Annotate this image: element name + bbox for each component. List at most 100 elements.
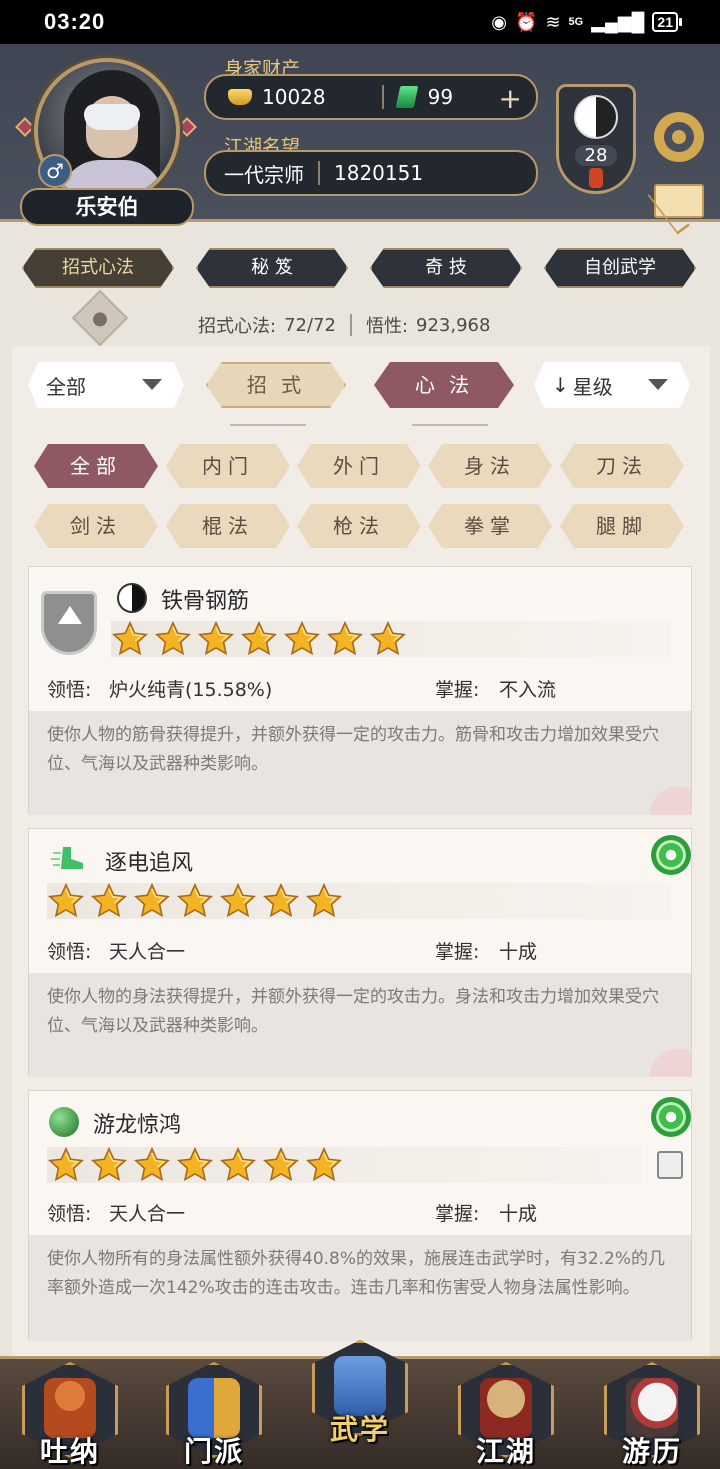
star-icon bbox=[176, 882, 214, 920]
star-icon bbox=[369, 620, 407, 658]
yinyang-icon bbox=[117, 583, 147, 613]
signal-icon: ▂▄▆█ bbox=[591, 11, 645, 32]
upgrade-shield-icon bbox=[41, 591, 97, 655]
yinyang-icon bbox=[574, 95, 618, 139]
straw-hat-icon bbox=[480, 1378, 532, 1438]
star-icon bbox=[176, 1146, 214, 1184]
category-outer[interactable]: 外门 bbox=[297, 444, 421, 488]
segment-heart-method[interactable]: 心 法 bbox=[374, 362, 514, 408]
sort-arrow-icon: ↓ bbox=[552, 373, 569, 397]
horse-icon bbox=[626, 1378, 678, 1438]
star-icon bbox=[47, 1146, 85, 1184]
mail-icon[interactable] bbox=[654, 184, 704, 218]
male-gender-icon: ♂ bbox=[38, 154, 72, 188]
star-icon bbox=[133, 882, 171, 920]
cloud-pattern-icon bbox=[627, 767, 691, 815]
category-blade[interactable]: 刀法 bbox=[560, 444, 684, 488]
monk-icon bbox=[44, 1378, 96, 1438]
profile-header: ♂ 乐安伯 身家财产 10028 99 + 江湖名望 一代宗师 1820151 … bbox=[0, 44, 720, 226]
status-bar: 03:20 ◉ ⏰ ≋ 5G ▂▄▆█ 21 bbox=[0, 0, 720, 44]
manual-book-icon bbox=[334, 1356, 386, 1416]
status-icons: ◉ ⏰ ≋ 5G ▂▄▆█ 21 bbox=[491, 11, 682, 33]
nav-label: 江湖 bbox=[475, 1435, 536, 1468]
star-icon bbox=[283, 620, 321, 658]
comprehension-value: 天人合一 bbox=[109, 1203, 186, 1225]
tab-moves-heart[interactable]: 招式心法 bbox=[22, 248, 174, 288]
comprehension-value: 天人合一 bbox=[109, 941, 186, 963]
star-icon bbox=[47, 882, 85, 920]
nav-jianghu[interactable]: 江湖 bbox=[458, 1362, 554, 1468]
cloud-pattern-icon bbox=[627, 1029, 691, 1077]
add-currency-button[interactable]: + bbox=[499, 82, 522, 115]
skill-name: 逐电追风 bbox=[105, 851, 194, 876]
category-kick[interactable]: 腿脚 bbox=[560, 504, 684, 548]
chevron-down-icon bbox=[648, 379, 668, 390]
nav-label: 游历 bbox=[621, 1435, 682, 1468]
battery-icon: 21 bbox=[652, 12, 682, 32]
star-icon bbox=[305, 882, 343, 920]
category-inner[interactable]: 内门 bbox=[166, 444, 290, 488]
skill-card[interactable]: 铁骨钢筋 领悟: 炉火纯青(15.58%) 掌握: 不入流 使你人物的筋骨获得提… bbox=[28, 566, 692, 815]
mastery-label: 掌握: bbox=[435, 1203, 480, 1225]
green-swirl-icon bbox=[651, 835, 691, 875]
nav-martial-arts[interactable]: 武学 bbox=[312, 1340, 408, 1446]
segment-moves[interactable]: 招 式 bbox=[206, 362, 346, 408]
star-icon bbox=[197, 620, 235, 658]
nav-sect[interactable]: 门派 bbox=[166, 1362, 262, 1468]
category-staff[interactable]: 棍法 bbox=[166, 504, 290, 548]
comprehension-label: 领悟: bbox=[47, 941, 92, 963]
star-rating bbox=[47, 882, 671, 920]
star-icon bbox=[262, 882, 300, 920]
tab-special-skill[interactable]: 奇 技 bbox=[370, 248, 522, 288]
skill-description: 使你人物所有的身法属性额外获得40.8%的效果，施展连击武学时，有32.2%的几… bbox=[47, 1249, 666, 1298]
skill-description-box: 使你人物所有的身法属性额外获得40.8%的效果，施展连击武学时，有32.2%的几… bbox=[29, 1235, 691, 1341]
category-agility[interactable]: 身法 bbox=[428, 444, 552, 488]
green-orb-icon bbox=[49, 1107, 79, 1137]
eye-toggle-icon[interactable] bbox=[71, 289, 129, 347]
star-icon bbox=[262, 1146, 300, 1184]
mastery-value: 不入流 bbox=[499, 679, 557, 701]
scroll-icon[interactable] bbox=[657, 1151, 683, 1179]
fame-bar: 一代宗师 1820151 bbox=[204, 150, 538, 196]
tab-secret-manual[interactable]: 秘 笈 bbox=[196, 248, 348, 288]
insight-value: 923,968 bbox=[416, 314, 491, 336]
gold-amount: 10028 bbox=[262, 85, 326, 109]
player-name: 乐安伯 bbox=[20, 188, 194, 226]
category-sword[interactable]: 剑法 bbox=[34, 504, 158, 548]
moves-count-value: 72/72 bbox=[284, 314, 336, 336]
skill-card[interactable]: 游龙惊鸿 领悟: 天人合一 掌握: 十成 使你人物所有的身法属性额外获得40.8… bbox=[28, 1090, 692, 1341]
category-fist[interactable]: 拳掌 bbox=[428, 504, 552, 548]
divider bbox=[412, 424, 488, 426]
gold-ingot-icon bbox=[228, 89, 252, 105]
sort-dropdown-value: 星级 bbox=[572, 374, 613, 399]
settings-gear-icon[interactable] bbox=[654, 112, 704, 162]
star-icon bbox=[305, 1146, 343, 1184]
star-icon bbox=[133, 1146, 171, 1184]
star-icon bbox=[219, 882, 257, 920]
star-rating bbox=[111, 620, 671, 658]
skill-name: 游龙惊鸿 bbox=[93, 1113, 182, 1138]
insight-label: 悟性: bbox=[365, 316, 409, 337]
wifi-icon: ≋ bbox=[545, 11, 561, 32]
skill-description-box: 使你人物的筋骨获得提升，并额外获得一定的攻击力。筋骨和攻击力增加效果受穴位、气海… bbox=[29, 711, 691, 815]
mastery-value: 十成 bbox=[499, 941, 538, 963]
star-icon bbox=[111, 620, 149, 658]
nav-travel[interactable]: 游历 bbox=[604, 1362, 700, 1468]
jade-amount: 99 bbox=[427, 85, 454, 109]
green-swirl-icon bbox=[651, 1097, 691, 1137]
category-all[interactable]: 全部 bbox=[34, 444, 158, 488]
skill-card[interactable]: 逐电追风 领悟: 天人合一 掌握: 十成 使你人物的身法获得提升，并额外获得一定… bbox=[28, 828, 692, 1077]
star-rating bbox=[47, 1146, 641, 1184]
sort-dropdown[interactable]: ↓ 星级 bbox=[534, 362, 690, 408]
star-icon bbox=[240, 620, 278, 658]
tassel-icon bbox=[589, 168, 603, 188]
jade-icon bbox=[395, 86, 418, 108]
nav-label: 门派 bbox=[183, 1435, 244, 1468]
skill-stats: 招式心法: 72/72 悟性: 923,968 bbox=[198, 312, 490, 338]
eye-comfort-icon: ◉ bbox=[491, 11, 508, 32]
category-spear[interactable]: 枪法 bbox=[297, 504, 421, 548]
scope-dropdown[interactable]: 全部 bbox=[28, 362, 184, 408]
skill-name: 铁骨钢筋 bbox=[161, 589, 250, 614]
tab-custom-martial[interactable]: 自创武学 bbox=[544, 248, 696, 288]
nav-breathing[interactable]: 吐纳 bbox=[22, 1362, 118, 1468]
